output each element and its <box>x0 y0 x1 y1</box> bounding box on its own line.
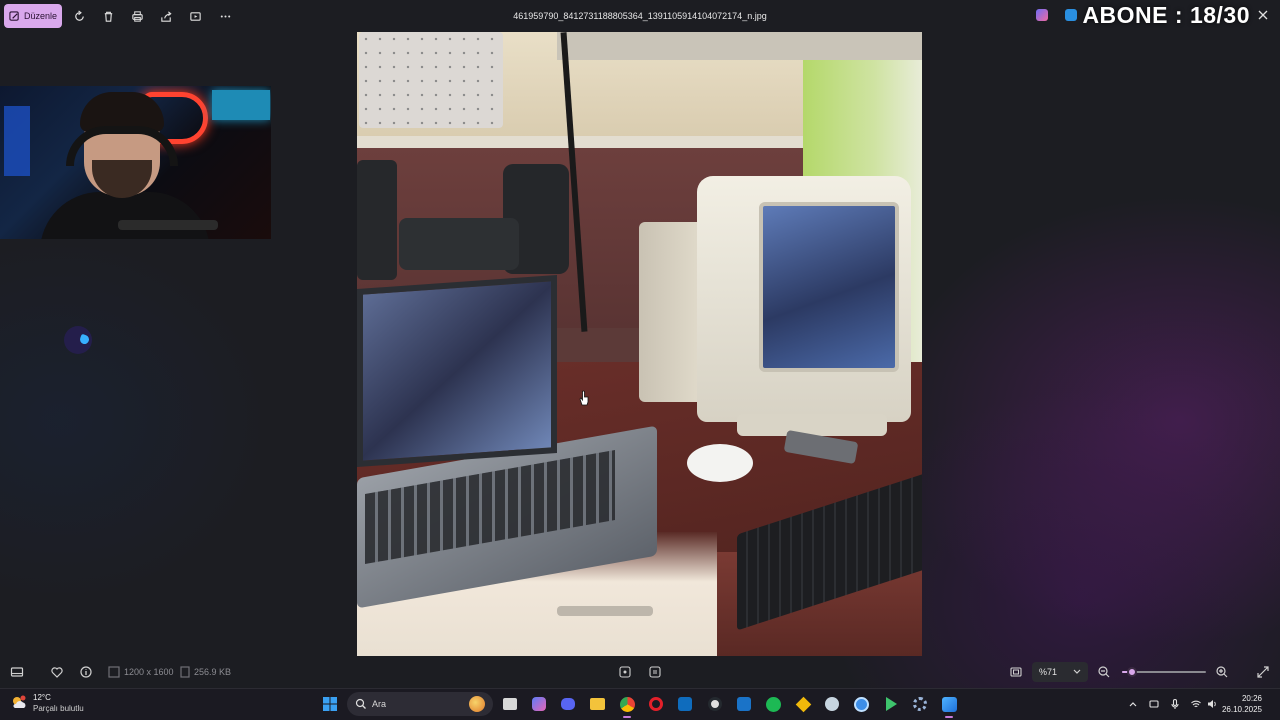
more-icon[interactable] <box>217 8 233 24</box>
rotate-icon[interactable] <box>71 8 87 24</box>
fullscreen-icon[interactable] <box>1256 665 1270 679</box>
discord-icon[interactable] <box>558 694 578 714</box>
chevron-up-icon[interactable] <box>1127 698 1139 710</box>
file-name: 461959790_8412731188805364_1391105914104… <box>513 11 767 21</box>
outlook-mail-icon[interactable] <box>734 694 754 714</box>
fit-screen-icon[interactable] <box>618 665 632 679</box>
edit-button-label: Düzenle <box>23 11 58 21</box>
clock-date: 26.10.2025 <box>1221 705 1262 714</box>
print-icon[interactable] <box>129 8 145 24</box>
weather-description: Parçalı bulutlu <box>33 704 84 713</box>
crop-icon[interactable] <box>648 665 662 679</box>
taskbar-clock[interactable]: 20:26 26.10.2025 <box>1212 693 1262 715</box>
taskbar <box>0 688 1280 720</box>
file-explorer-icon[interactable] <box>500 694 520 714</box>
chevron-down-icon <box>1073 669 1081 674</box>
spotify-icon[interactable] <box>763 694 783 714</box>
partly-cloudy-icon <box>13 695 26 708</box>
dimensions-icon <box>107 665 120 679</box>
photos-app-icon[interactable] <box>1065 9 1077 21</box>
photos-icon[interactable] <box>939 694 959 718</box>
subscriber-goal-overlay: ABONE : 18/30 <box>1082 2 1250 28</box>
opera-icon[interactable] <box>646 694 666 714</box>
actual-size-icon[interactable] <box>1009 665 1023 679</box>
copilot-icon[interactable] <box>1036 9 1048 21</box>
sync-icon[interactable] <box>1148 698 1160 710</box>
viewer-toolbar: Düzenle 461959790_8412731188805364_13911… <box>0 0 1280 32</box>
github-icon[interactable] <box>705 694 725 714</box>
microphone <box>118 220 218 230</box>
settings-icon[interactable] <box>910 694 930 714</box>
share-icon[interactable] <box>158 8 174 24</box>
image-file-size: 256.9 KB <box>194 667 232 677</box>
file-size-icon <box>178 665 190 679</box>
zoom-value: %71 <box>1039 667 1058 677</box>
clock-time: 20:26 <box>1241 694 1262 703</box>
search-highlight-icon <box>469 696 485 712</box>
close-icon[interactable] <box>1256 8 1270 22</box>
delete-icon[interactable] <box>100 8 116 24</box>
app-icon[interactable] <box>851 694 871 714</box>
search-icon <box>355 698 366 709</box>
wifi-icon[interactable] <box>1190 698 1202 710</box>
steam-icon[interactable] <box>822 694 842 714</box>
chrome-icon[interactable] <box>617 694 637 718</box>
favorite-icon[interactable] <box>50 665 64 679</box>
filmstrip-icon[interactable] <box>10 665 24 679</box>
zoom-out-icon[interactable] <box>1097 665 1111 679</box>
webcam-overlay <box>0 86 271 239</box>
edit-button[interactable]: Düzenle <box>4 4 62 28</box>
copilot-icon[interactable] <box>529 694 549 714</box>
search-label: Ara <box>372 699 387 709</box>
mouse-pointer <box>64 326 92 354</box>
start-icon[interactable] <box>320 694 340 714</box>
info-icon[interactable] <box>79 665 93 679</box>
zoom-dropdown[interactable]: %71 <box>1032 662 1088 682</box>
slideshow-icon[interactable] <box>187 8 203 24</box>
media-icon[interactable] <box>881 694 901 714</box>
edit-icon <box>9 10 19 21</box>
binance-icon[interactable] <box>793 694 813 714</box>
zoom-in-icon[interactable] <box>1215 665 1229 679</box>
hand-cursor-icon <box>579 390 589 406</box>
displayed-photo[interactable] <box>357 32 922 656</box>
folder-icon[interactable] <box>587 694 607 714</box>
outlook-icon[interactable] <box>675 694 695 714</box>
image-dimensions: 1200 x 1600 <box>124 667 174 677</box>
taskbar-search[interactable]: Ara <box>347 692 493 716</box>
viewer-bottom-bar: 1200 x 1600 256.9 KB <box>0 656 1280 688</box>
weather-widget[interactable]: 12°C Parçalı bulutlu <box>10 692 120 716</box>
weather-temperature: 12°C <box>33 693 51 702</box>
microphone-icon[interactable] <box>1169 698 1181 710</box>
